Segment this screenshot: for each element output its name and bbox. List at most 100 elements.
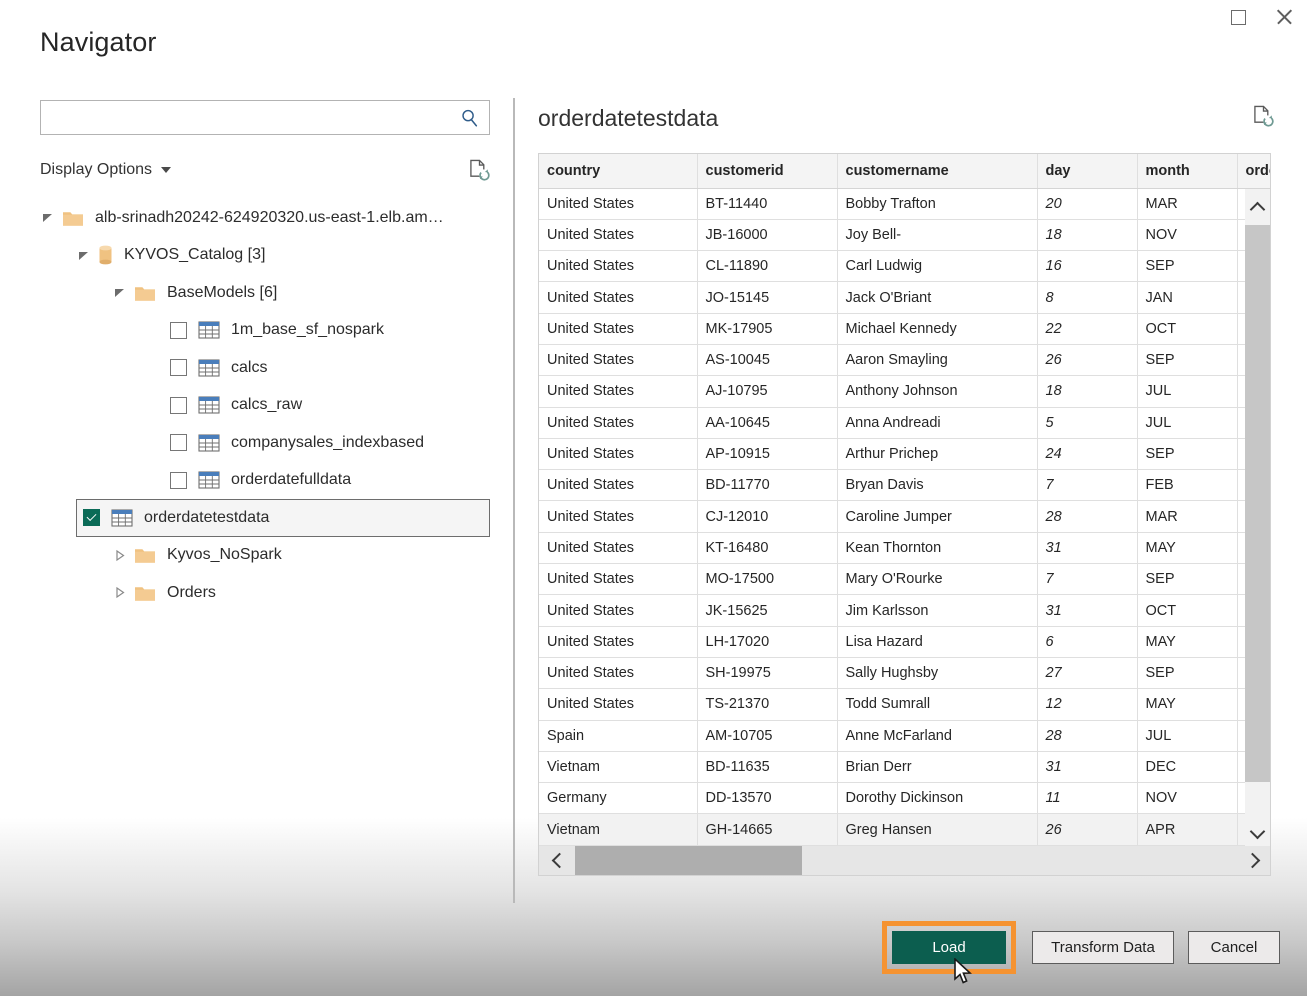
table-icon: [198, 434, 220, 452]
maximize-button[interactable]: [1215, 0, 1261, 34]
cancel-button[interactable]: Cancel: [1188, 931, 1280, 964]
scroll-left-button[interactable]: [539, 846, 575, 875]
preview-refresh-icon[interactable]: [1253, 105, 1274, 127]
table-cell: JB-16000: [697, 219, 837, 250]
tree-item[interactable]: BaseModels [6]: [40, 274, 492, 312]
tree-item[interactable]: KYVOS_Catalog [3]: [40, 237, 492, 275]
table-row[interactable]: United StatesSH-19975Sally Hughsby27SEP: [539, 657, 1271, 688]
load-button[interactable]: Load: [892, 931, 1006, 964]
table-row[interactable]: United StatesAA-10645Anna Andreadi5JUL: [539, 407, 1271, 438]
expand-toggle-open[interactable]: [76, 248, 90, 262]
expand-toggle-open[interactable]: [40, 211, 54, 225]
tree-item-label: 1m_base_sf_nospark: [231, 321, 384, 339]
table-row[interactable]: SpainAM-10705Anne McFarland28JUL: [539, 720, 1271, 751]
table-row[interactable]: United StatesJB-16000Joy Bell-18NOV: [539, 219, 1271, 250]
close-icon: [1275, 8, 1293, 26]
table-cell: Aaron Smayling: [837, 344, 1037, 375]
table-cell: 18: [1037, 219, 1137, 250]
expand-toggle-closed[interactable]: [112, 586, 126, 600]
search-icon[interactable]: [460, 108, 479, 127]
transform-data-button[interactable]: Transform Data: [1032, 931, 1174, 964]
table-cell: MO-17500: [697, 564, 837, 595]
tree-item-checkbox[interactable]: [170, 359, 187, 376]
tree-item-checkbox[interactable]: [170, 322, 187, 339]
column-header-customername[interactable]: customername: [837, 154, 1037, 188]
column-header-order[interactable]: order: [1237, 154, 1271, 188]
display-options-button[interactable]: Display Options: [40, 161, 171, 179]
table-row[interactable]: United StatesTS-21370Todd Sumrall12MAY: [539, 689, 1271, 720]
tree-item-selected[interactable]: orderdatetestdata: [76, 499, 490, 537]
table-cell: 31: [1037, 595, 1137, 626]
tree-item[interactable]: Kyvos_NoSpark: [40, 537, 492, 575]
table-cell: MAR: [1137, 188, 1237, 219]
vertical-scroll-thumb[interactable]: [1245, 225, 1270, 782]
search-box[interactable]: [40, 100, 490, 135]
table-cell: SEP: [1137, 564, 1237, 595]
table-row[interactable]: United StatesAJ-10795Anthony Johnson18JU…: [539, 376, 1271, 407]
tree-item[interactable]: orderdatefulldata: [40, 462, 492, 500]
table-row[interactable]: United StatesMO-17500Mary O'Rourke7SEP: [539, 564, 1271, 595]
refresh-page-icon[interactable]: [469, 159, 490, 181]
table-row[interactable]: United StatesCJ-12010Caroline Jumper28MA…: [539, 501, 1271, 532]
table-cell: NOV: [1137, 783, 1237, 814]
table-cell: 16: [1037, 251, 1137, 282]
chevron-up-icon: [1250, 201, 1266, 217]
table-row[interactable]: United StatesJO-15145Jack O'Briant8JAN: [539, 282, 1271, 313]
load-button-focus-ring: Load: [882, 921, 1016, 974]
table-row[interactable]: United StatesBD-11770Bryan Davis7FEB: [539, 470, 1271, 501]
table-cell: United States: [539, 438, 697, 469]
table-head: countrycustomeridcustomernamedaymonthord…: [539, 154, 1271, 188]
table-row[interactable]: United StatesAP-10915Arthur Prichep24SEP: [539, 438, 1271, 469]
folder-icon: [134, 284, 156, 302]
table-cell: Bryan Davis: [837, 470, 1037, 501]
table-cell: Michael Kennedy: [837, 313, 1037, 344]
column-header-month[interactable]: month: [1137, 154, 1237, 188]
horizontal-scroll-thumb[interactable]: [575, 846, 802, 875]
scroll-right-button[interactable]: [1236, 846, 1271, 875]
tree-item[interactable]: calcs: [40, 349, 492, 387]
table-row[interactable]: VietnamGH-14665Greg Hansen26APR: [539, 814, 1271, 845]
search-input[interactable]: [41, 101, 489, 134]
tree-item-checkbox[interactable]: [170, 434, 187, 451]
tree-item-label: companysales_indexbased: [231, 434, 424, 452]
table-row[interactable]: United StatesKT-16480Kean Thornton31MAY: [539, 532, 1271, 563]
table-row[interactable]: VietnamBD-11635Brian Derr31DEC: [539, 751, 1271, 782]
preview-table: countrycustomeridcustomernamedaymonthord…: [539, 154, 1271, 876]
tree-item[interactable]: 1m_base_sf_nospark: [40, 312, 492, 350]
tree-item[interactable]: Orders: [40, 574, 492, 612]
column-header-day[interactable]: day: [1037, 154, 1137, 188]
table-cell: MAY: [1137, 626, 1237, 657]
tree-item-checkbox[interactable]: [83, 509, 100, 526]
scroll-up-button[interactable]: [1245, 189, 1270, 225]
table-row[interactable]: United StatesAS-10045Aaron Smayling26SEP: [539, 344, 1271, 375]
table-row[interactable]: United StatesLH-17020Lisa Hazard6MAY: [539, 626, 1271, 657]
table-row[interactable]: United StatesMK-17905Michael Kennedy22OC…: [539, 313, 1271, 344]
tree-item[interactable]: companysales_indexbased: [40, 424, 492, 462]
table-cell: United States: [539, 219, 697, 250]
expand-toggle-none: [148, 398, 162, 412]
tree-item-label: alb-srinadh20242-624920320.us-east-1.elb…: [95, 209, 444, 227]
table-cell: JUL: [1137, 376, 1237, 407]
table-row[interactable]: United StatesBT-11440Bobby Trafton20MAR: [539, 188, 1271, 219]
column-header-customerid[interactable]: customerid: [697, 154, 837, 188]
expand-toggle-open[interactable]: [112, 286, 126, 300]
table-cell: 31: [1037, 751, 1137, 782]
tree-item[interactable]: calcs_raw: [40, 387, 492, 425]
table-row[interactable]: GermanyDD-13570Dorothy Dickinson11NOV: [539, 783, 1271, 814]
expand-toggle-closed[interactable]: [112, 548, 126, 562]
close-button[interactable]: [1261, 0, 1307, 34]
horizontal-scrollbar[interactable]: [539, 846, 1271, 875]
table-cell: CL-11890: [697, 251, 837, 282]
tree-item-label: BaseModels [6]: [167, 284, 277, 302]
table-cell: DEC: [1137, 751, 1237, 782]
table-cell: 6: [1037, 626, 1137, 657]
table-icon: [198, 321, 220, 339]
column-header-country[interactable]: country: [539, 154, 697, 188]
table-row[interactable]: United StatesJK-15625Jim Karlsson31OCT: [539, 595, 1271, 626]
tree-item-checkbox[interactable]: [170, 472, 187, 489]
table-row[interactable]: United StatesCL-11890Carl Ludwig16SEP: [539, 251, 1271, 282]
tree-item-checkbox[interactable]: [170, 397, 187, 414]
vertical-scrollbar[interactable]: [1245, 189, 1270, 851]
tree-item[interactable]: alb-srinadh20242-624920320.us-east-1.elb…: [40, 199, 492, 237]
navigator-dialog: Navigator Display Options alb: [0, 0, 1307, 996]
